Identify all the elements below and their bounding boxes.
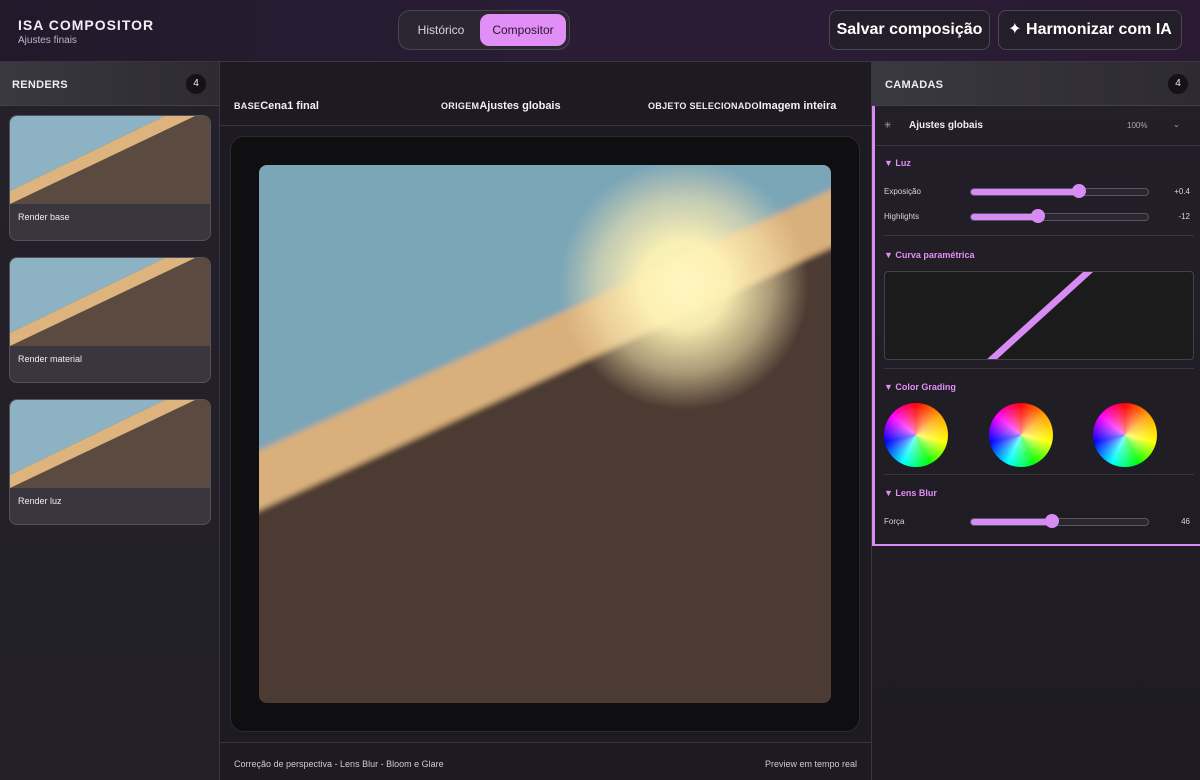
color-wheel-highlights[interactable] [1093,403,1157,467]
info-origin-value: Ajustes globais [479,100,561,112]
harmonize-ai-button[interactable]: ✦ Harmonizar com IA [998,10,1182,50]
preview-canvas[interactable] [259,165,831,703]
layers-title: CAMADAS [885,79,944,91]
brand: ISA COMPOSITOR Ajustes finais [18,17,154,46]
layer-name: Ajustes globais [909,120,983,131]
render-label: Render base [18,212,70,222]
slider-knob[interactable] [1031,209,1046,223]
info-origin: ORIGEMAjustes globais [441,100,561,112]
exposure-slider[interactable] [970,184,1149,198]
render-label: Render luz [18,496,62,506]
preview-image [259,165,831,703]
info-base-key: BASE [234,101,261,111]
layers-count-badge: 4 [1168,74,1188,94]
render-thumbnail [10,400,210,488]
highlights-slider[interactable] [970,209,1149,223]
strength-slider[interactable] [970,514,1149,528]
highlights-label: Highlights [884,212,920,221]
layer-header[interactable]: ✳ Ajustes globais 100% ⌄ [875,106,1200,146]
info-object: OBJETO SELECIONADOImagem inteira [648,100,836,112]
layers-panel: CAMADAS 4 ✳ Ajustes globais 100% ⌄ ▼ Luz… [871,62,1200,780]
info-bar: BASECena1 final ORIGEMAjustes globais OB… [220,62,871,126]
renders-header: RENDERS 4 [0,62,219,106]
section-curve[interactable]: ▼ Curva paramétrica [884,250,974,260]
slider-knob[interactable] [1071,184,1086,198]
slider-knob[interactable] [1045,514,1060,528]
workspace: BASECena1 final ORIGEMAjustes globais OB… [220,62,871,780]
info-base: BASECena1 final [234,100,319,112]
info-origin-key: ORIGEM [441,101,480,111]
divider [884,235,1194,236]
mode-switch: Histórico Compositor [398,10,570,50]
slider-fill [971,214,1039,220]
chevron-down-icon[interactable]: ⌄ [1173,120,1180,129]
highlights-value: -12 [1178,212,1190,221]
layer-opacity: 100% [1127,121,1148,130]
exposure-value: +0.4 [1174,187,1190,196]
status-bar: Correção de perspectiva - Lens Blur - Bl… [220,742,871,780]
info-base-value: Cena1 final [260,100,319,112]
curve-line [987,272,1093,359]
divider [884,474,1194,475]
tab-compositor[interactable]: Compositor [480,14,566,46]
slider-fill [971,519,1053,525]
section-light[interactable]: ▼ Luz [884,158,911,168]
renders-panel: RENDERS 4 Render base Render material Re… [0,62,220,780]
section-lens-blur[interactable]: ▼ Lens Blur [884,488,937,498]
status-pipeline: Correção de perspectiva - Lens Blur - Bl… [234,759,444,769]
info-object-key: OBJETO SELECIONADO [648,101,759,111]
render-label: Render material [18,354,83,364]
color-wheel-shadows[interactable] [884,403,948,467]
tab-historico[interactable]: Histórico [403,14,479,46]
exposure-label: Exposição [884,187,921,196]
top-bar: ISA COMPOSITOR Ajustes finais Histórico … [0,0,1200,62]
parametric-curve[interactable] [884,271,1194,360]
strength-value: 46 [1181,517,1190,526]
adjustments-icon: ✳ [884,120,892,130]
section-color-grading[interactable]: ▼ Color Grading [884,382,956,392]
render-thumbnail [10,116,210,204]
layer-global-adjustments: ✳ Ajustes globais 100% ⌄ ▼ Luz Exposição… [872,106,1200,546]
slider-fill [971,189,1079,195]
app-title: ISA COMPOSITOR [18,17,155,33]
preview-frame [230,136,860,732]
renders-title: RENDERS [12,79,68,91]
status-preview-mode: Preview em tempo real [764,759,857,769]
color-wheel-midtones[interactable] [989,403,1053,467]
render-card-light[interactable]: Render luz [9,399,211,525]
save-composition-button[interactable]: Salvar composição [829,10,990,50]
render-thumbnail [10,258,210,346]
render-card-material[interactable]: Render material [9,257,211,383]
strength-label: Força [884,517,905,526]
app-subtitle: Ajustes finais [18,35,77,46]
divider [884,368,1194,369]
render-card-base[interactable]: Render base [9,115,211,241]
renders-count-badge: 4 [186,74,206,94]
info-object-value: Imagem inteira [758,100,837,112]
layers-header: CAMADAS 4 [872,62,1200,106]
